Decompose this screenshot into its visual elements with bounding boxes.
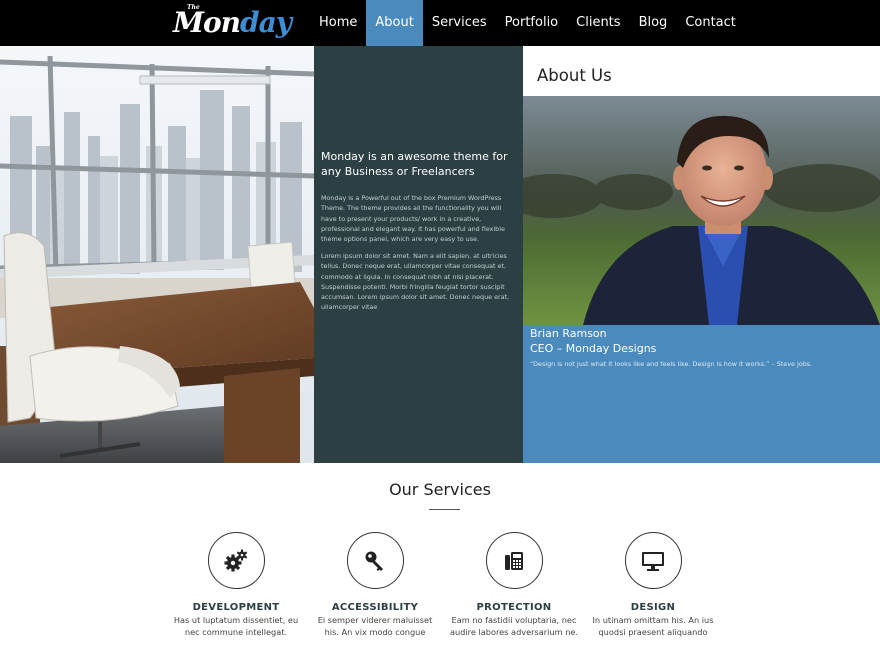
- service-title: DEVELOPMENT: [192, 602, 280, 613]
- service-desc-line-2: quodsi praesent aliquando: [598, 627, 708, 637]
- nav-services[interactable]: Services: [423, 0, 496, 46]
- service-desc-line-2: nec commune intellegat.: [184, 627, 288, 637]
- nav-clients[interactable]: Clients: [567, 0, 629, 46]
- nav-blog[interactable]: Blog: [630, 0, 677, 46]
- ceo-photo: [523, 96, 880, 325]
- services-divider: [429, 509, 460, 510]
- nav-portfolio[interactable]: Portfolio: [496, 0, 567, 46]
- nav-home[interactable]: Home: [310, 0, 366, 46]
- service-title: PROTECTION: [476, 602, 552, 613]
- service-protection: PROTECTION Eam no fastidii voluptaria, n…: [444, 532, 584, 638]
- about-title: About Us: [537, 66, 612, 85]
- ceo-bio: Brian Ramson CEO – Monday Designs “Desig…: [523, 325, 880, 463]
- intro-paragraph-2: Lorem ipsum dolor sit amet. Nam a elit s…: [321, 252, 510, 312]
- main-menu: Home About Services Portfolio Clients Bl…: [310, 0, 745, 46]
- site-logo[interactable]: The Monday: [172, 4, 292, 42]
- service-accessibility: ACCESSIBILITY Ei semper viderer maluisse…: [305, 532, 445, 638]
- service-desc-line-1: Eam no fastidii voluptaria, nec: [451, 615, 577, 625]
- gears-icon[interactable]: [207, 532, 265, 589]
- service-desc-line-1: Ei semper viderer maluisset: [317, 615, 433, 625]
- intro-panel: Monday is an awesome theme for any Busin…: [314, 46, 523, 463]
- service-desc-line-1: In utinam omittam his. An ius: [592, 615, 714, 625]
- ceo-quote: “Design is not just what it looks like a…: [530, 360, 813, 368]
- office-photo: [0, 46, 314, 463]
- service-title: ACCESSIBILITY: [331, 602, 419, 613]
- service-development: DEVELOPMENT Has ut luptatum dissentiet, …: [166, 532, 306, 638]
- about-column: About Us Brian Ramson CEO – Monday Desig…: [523, 46, 880, 463]
- services-title: Our Services: [389, 480, 491, 499]
- service-desc-line-2: audire labores adversarium ne.: [449, 627, 579, 637]
- nav-contact[interactable]: Contact: [676, 0, 745, 46]
- key-icon[interactable]: [346, 532, 404, 589]
- ceo-role: CEO – Monday Designs: [530, 342, 657, 355]
- service-desc-line-1: Has ut luptatum dissentiet, eu: [173, 615, 299, 625]
- service-design: DESIGN In utinam omittam his. An ius quo…: [583, 532, 723, 638]
- intro-paragraph-1: Monday is a Powerful out of the box Prem…: [321, 194, 505, 244]
- logo-word: Monday: [173, 6, 292, 39]
- nav-about[interactable]: About: [366, 0, 423, 46]
- service-title: DESIGN: [630, 602, 676, 613]
- ceo-name: Brian Ramson: [530, 327, 607, 340]
- hero-section: Monday is an awesome theme for any Busin…: [0, 46, 880, 463]
- service-desc-line-2: his. An vix modo congue: [324, 627, 426, 637]
- monitor-icon[interactable]: [624, 532, 682, 589]
- fax-icon[interactable]: [485, 532, 543, 589]
- top-navbar: The Monday Home About Services Portfolio…: [0, 0, 880, 46]
- intro-heading: Monday is an awesome theme for any Busin…: [321, 150, 508, 178]
